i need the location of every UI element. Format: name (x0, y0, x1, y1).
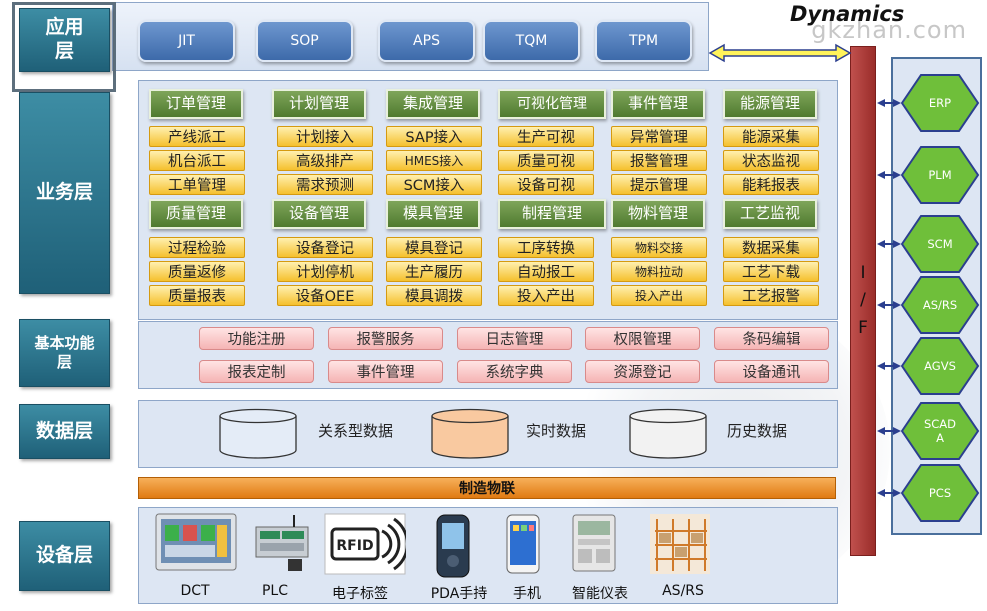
external-system-label: PCS (929, 486, 951, 500)
connector-arrows: ERP PLM SCM AS/RS AGVS SCADA PCS (708, 43, 980, 522)
external-system-label: AS/RS (923, 298, 957, 312)
external-system-4-hexagon[interactable]: AS/RS (900, 276, 980, 334)
external-system-7-hexagon[interactable]: PCS (900, 464, 980, 522)
external-system-label: ERP (929, 96, 951, 110)
app-interface-arrow (708, 43, 852, 63)
external-system-5-hexagon[interactable]: AGVS (900, 337, 980, 395)
external-system-3-hexagon[interactable]: SCM (900, 215, 980, 273)
external-system-1-hexagon[interactable]: ERP (900, 74, 980, 132)
external-system-label: PLM (928, 168, 951, 182)
external-system-2-hexagon[interactable]: PLM (900, 146, 980, 204)
external-system-label: SCM (927, 237, 952, 251)
external-system-label: AGVS (924, 359, 956, 373)
external-system-6-hexagon[interactable]: SCADA (900, 402, 980, 460)
external-system-label: SCAD (924, 417, 956, 431)
external-system-label: A (936, 431, 944, 445)
